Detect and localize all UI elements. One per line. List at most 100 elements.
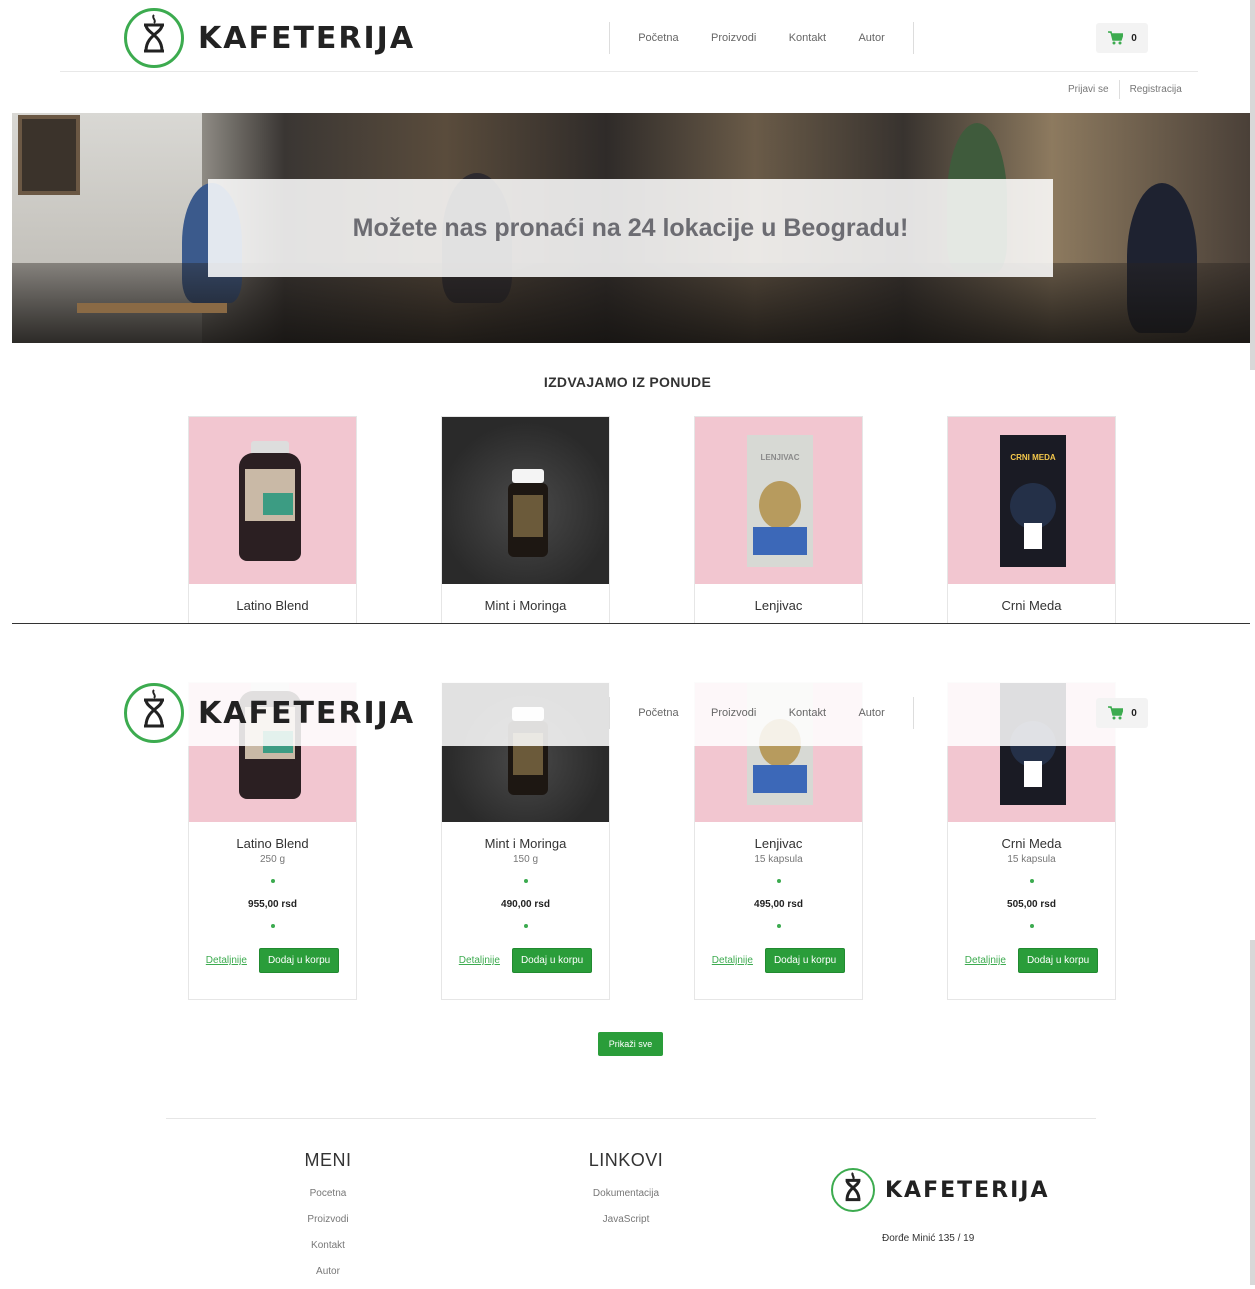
cart-icon <box>1108 706 1124 720</box>
product-weight: 150 g <box>512 854 539 865</box>
rating-dot <box>776 879 781 883</box>
footer-link-item[interactable]: JavaScript <box>576 1207 676 1233</box>
product-image[interactable] <box>189 417 356 584</box>
brand-name: KAFETERIJA <box>198 695 416 731</box>
product-name: Latino Blend <box>236 836 309 851</box>
brand-logo[interactable]: KAFETERIJA <box>124 8 415 68</box>
footer-links-title: LINKOVI <box>588 1150 664 1170</box>
product-name: Lenjivac <box>754 598 803 613</box>
rating-dot <box>270 924 275 928</box>
footer-author: Đorđe Minić 135 / 19 <box>882 1233 975 1244</box>
product-price: 505,00 rsd <box>1007 899 1056 910</box>
product-weight: 250 g <box>259 854 286 865</box>
cart-icon <box>1108 31 1124 45</box>
box-image: CRNI MEDA <box>1000 435 1066 567</box>
hero-banner-image: Možete nas pronaći na 24 lokacije u Beog… <box>12 113 1250 343</box>
footer-menu-item[interactable]: Proizvodi <box>288 1207 368 1233</box>
footer-menu-item[interactable]: Kontakt <box>288 1233 368 1259</box>
hourglass-icon <box>124 683 184 743</box>
hero-banner: Možete nas pronaći na 24 lokacije u Beog… <box>208 179 1053 277</box>
product-info: Lenjivac 15 kapsula 495,00 rsd Detaljnij… <box>695 836 862 985</box>
product-price: 955,00 rsd <box>248 899 297 910</box>
rating-dot <box>270 879 275 883</box>
footer-brand-logo[interactable]: KAFETERIJA <box>831 1168 1050 1212</box>
footer-menu-item[interactable]: Autor <box>288 1259 368 1285</box>
rating-dot <box>776 924 781 928</box>
register-link[interactable]: Registracija <box>1118 80 1192 99</box>
nav-kontakt[interactable]: Kontakt <box>789 707 826 719</box>
brand-name: KAFETERIJA <box>885 1177 1050 1203</box>
nav-autor[interactable]: Autor <box>858 707 884 719</box>
auth-links: Prijavi se Registracija <box>1058 80 1192 99</box>
footer-link-item[interactable]: Dokumentacija <box>576 1181 676 1207</box>
product-card: Latino Blend <box>188 416 357 624</box>
nav-pocetna[interactable]: Početna <box>638 707 678 719</box>
product-price: 490,00 rsd <box>501 899 550 910</box>
screenshot-divider <box>12 623 1250 624</box>
product-weight: 15 kapsula <box>1007 854 1056 865</box>
product-image[interactable]: LENJIVAC <box>695 417 862 584</box>
hourglass-icon <box>831 1168 875 1212</box>
show-all-button[interactable]: Prikaži sve <box>598 1032 663 1056</box>
footer-menu-title: MENI <box>304 1150 352 1170</box>
brand-logo[interactable]: KAFETERIJA <box>124 683 415 743</box>
main-nav: Početna Proizvodi Kontakt Autor <box>609 697 914 729</box>
footer-menu: MENI Pocetna Proizvodi Kontakt Autor <box>288 1150 368 1285</box>
hero-window <box>18 115 80 195</box>
details-link[interactable]: Detaljnije <box>206 955 247 966</box>
add-to-cart-button[interactable]: Dodaj u korpu <box>258 948 340 973</box>
scrollbar[interactable] <box>1250 940 1255 1285</box>
product-card: Mint i Moringa <box>441 416 610 624</box>
cart-button[interactable]: 0 <box>1096 23 1148 53</box>
hourglass-icon <box>124 8 184 68</box>
product-name: Lenjivac <box>754 836 803 851</box>
box-image: LENJIVAC <box>747 435 813 567</box>
cart-button[interactable]: 0 <box>1096 698 1148 728</box>
details-link[interactable]: Detaljnije <box>965 955 1006 966</box>
rating-dot <box>523 879 528 883</box>
product-image[interactable] <box>442 417 609 584</box>
site-header: KAFETERIJA Početna Proizvodi Kontakt Aut… <box>0 0 1255 72</box>
rating-dot <box>1029 924 1034 928</box>
details-link[interactable]: Detaljnije <box>459 955 500 966</box>
hero-banner-text: Možete nas pronaći na 24 lokacije u Beog… <box>352 213 909 242</box>
product-name: Crni Meda <box>1001 836 1062 851</box>
cart-count: 0 <box>1131 32 1137 44</box>
product-info: Latino Blend 250 g 955,00 rsd Detaljnije… <box>189 836 356 985</box>
product-weight: 15 kapsula <box>754 854 803 865</box>
product-name: Latino Blend <box>236 598 309 613</box>
product-image[interactable]: CRNI MEDA <box>948 417 1115 584</box>
rating-dot <box>523 924 528 928</box>
jar-image <box>508 469 548 557</box>
brand-name: KAFETERIJA <box>198 20 416 56</box>
product-info: Crni Meda 15 kapsula 505,00 rsd Detaljni… <box>948 836 1115 985</box>
nav-proizvodi[interactable]: Proizvodi <box>711 707 756 719</box>
header-divider <box>60 71 1198 72</box>
product-name: Crni Meda <box>1001 598 1062 613</box>
rating-dot <box>1029 879 1034 883</box>
product-info: Mint i Moringa 150 g 490,00 rsd Detaljni… <box>442 836 609 985</box>
hero-table <box>77 303 227 313</box>
product-card: CRNI MEDA Crni Meda <box>947 416 1116 624</box>
nav-autor[interactable]: Autor <box>858 32 884 44</box>
product-price: 495,00 rsd <box>754 899 803 910</box>
product-card: LENJIVAC Lenjivac <box>694 416 863 624</box>
add-to-cart-button[interactable]: Dodaj u korpu <box>1017 948 1099 973</box>
featured-title: IZDVAJAMO IZ PONUDE <box>543 374 712 390</box>
nav-pocetna[interactable]: Početna <box>638 32 678 44</box>
sticky-header: KAFETERIJA Početna Proizvodi Kontakt Aut… <box>0 675 1255 747</box>
nav-kontakt[interactable]: Kontakt <box>789 32 826 44</box>
add-to-cart-button[interactable]: Dodaj u korpu <box>511 948 593 973</box>
details-link[interactable]: Detaljnije <box>712 955 753 966</box>
add-to-cart-button[interactable]: Dodaj u korpu <box>764 948 846 973</box>
product-name: Mint i Moringa <box>484 598 567 613</box>
main-nav: Početna Proizvodi Kontakt Autor <box>609 22 914 54</box>
scrollbar[interactable] <box>1250 0 1255 370</box>
jar-image <box>239 441 301 561</box>
login-link[interactable]: Prijavi se <box>1058 80 1119 99</box>
footer-divider <box>166 1118 1096 1119</box>
nav-proizvodi[interactable]: Proizvodi <box>711 32 756 44</box>
footer-links: LINKOVI Dokumentacija JavaScript <box>576 1150 676 1233</box>
product-name: Mint i Moringa <box>484 836 567 851</box>
footer-menu-item[interactable]: Pocetna <box>288 1181 368 1207</box>
